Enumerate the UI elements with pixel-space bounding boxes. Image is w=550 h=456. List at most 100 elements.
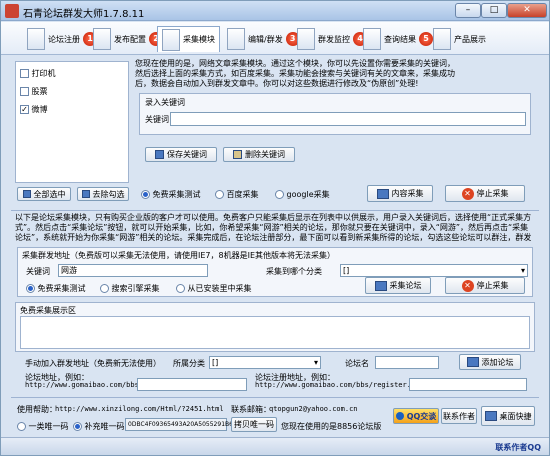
- radio-indicator[interactable]: [215, 190, 224, 199]
- radio-label: 从已安装里中采集: [187, 284, 252, 293]
- radio-indicator[interactable]: [176, 284, 185, 293]
- stop-icon: ✕: [461, 279, 474, 292]
- content-collect-button[interactable]: 内容采集: [367, 185, 433, 202]
- save-keyword-button[interactable]: 保存关键词: [145, 147, 217, 162]
- app-icon: [5, 4, 19, 18]
- keyword-label: 打印机: [31, 69, 56, 78]
- qq-chat-button[interactable]: QQ交谈: [393, 408, 439, 424]
- tab-label: 发布配置: [114, 34, 146, 44]
- radio-indicator[interactable]: [17, 422, 26, 431]
- version-note: 您现在使用的是8856论坛版: [281, 422, 382, 431]
- forum-keyword-input[interactable]: 网游: [58, 264, 208, 277]
- add-icon: [466, 357, 479, 367]
- publish-config-icon: [93, 28, 111, 50]
- keyword-input[interactable]: [170, 112, 526, 126]
- tab-label: 查询结果: [384, 34, 416, 44]
- forum-reg-input[interactable]: [409, 378, 527, 391]
- machine-code-field[interactable]: 0DBC4F09365493A20A5055291B6: [125, 418, 233, 431]
- maximize-button[interactable]: □: [481, 3, 507, 18]
- contact-author-qq-link[interactable]: 联系作者QQ: [495, 442, 541, 453]
- select-all-button[interactable]: 全部选中: [17, 187, 71, 201]
- engine-free-radio[interactable]: 免费采集测试: [141, 189, 201, 200]
- copy-machine-code-button[interactable]: 拷贝唯一码: [231, 417, 277, 432]
- tab-edit-send[interactable]: 编辑/群发 3: [227, 26, 300, 52]
- add-forum-button[interactable]: 添加论坛: [459, 354, 521, 370]
- forum-reg-example: http://www.gomaibao.com/bbs/register.php: [255, 381, 424, 389]
- select-value: []: [212, 358, 219, 367]
- tab-product-show[interactable]: 产品展示: [433, 26, 486, 52]
- keyword-checkbox[interactable]: [20, 87, 29, 96]
- tab-send-monitor[interactable]: 群发监控 4: [297, 26, 367, 52]
- eraser-icon: [233, 150, 242, 159]
- radio-indicator[interactable]: [141, 190, 150, 199]
- forum-mode-search-radio[interactable]: 搜索引擎采集: [100, 283, 160, 294]
- radio-indicator[interactable]: [100, 284, 109, 293]
- tab-label: 采集模块: [183, 35, 215, 44]
- collect-forum-button[interactable]: 采集论坛: [365, 277, 431, 294]
- tab-forum-register[interactable]: 论坛注册 1: [27, 26, 97, 52]
- button-label: 采集论坛: [389, 281, 422, 290]
- tab-query-result[interactable]: 查询结果 5: [363, 26, 433, 52]
- forum-collect-description: 以下是论坛采集模块，只有购买企业版的客户才可以使用。免费客户只能采集后显示在列表…: [15, 213, 532, 242]
- machine-code-type-one-radio[interactable]: 一类唯一码: [17, 421, 69, 432]
- forum-keyword-label: 关键词: [26, 267, 50, 276]
- keyword-label: 关键词: [145, 115, 169, 124]
- keyword-list: 打印机 股票 ✓ 微博: [15, 61, 129, 183]
- main-toolbar: 论坛注册 1 发布配置 2 采集模块 编辑/群发 3 群发监控 4 查询结果 5: [1, 22, 549, 55]
- radio-label: 百度采集: [226, 190, 259, 199]
- delete-keyword-button[interactable]: 删除关键词: [223, 147, 295, 162]
- forum-category-select[interactable]: [] ▾: [340, 264, 528, 277]
- keyword-list-item[interactable]: 打印机: [20, 68, 56, 79]
- keyword-label: 股票: [31, 87, 48, 96]
- stop-icon: ✕: [461, 187, 474, 200]
- manual-category-select[interactable]: [] ▾: [209, 356, 321, 369]
- radio-indicator[interactable]: [275, 190, 284, 199]
- radio-label: google采集: [286, 190, 330, 199]
- forum-mode-free-radio[interactable]: 免费采集测试: [26, 283, 86, 294]
- display-area-title: 免费采集展示区: [20, 306, 76, 315]
- button-label: 内容采集: [391, 189, 424, 198]
- tab-publish-config[interactable]: 发布配置 2: [93, 26, 163, 52]
- radio-indicator[interactable]: [73, 422, 82, 431]
- contact-email-label: 联系邮箱：: [231, 405, 271, 414]
- minimize-button[interactable]: –: [455, 3, 481, 18]
- tab-collect-module[interactable]: 采集模块: [157, 26, 220, 52]
- keyword-checkbox[interactable]: [20, 69, 29, 78]
- stop-collect-button[interactable]: ✕ 停止采集: [445, 185, 525, 202]
- tab-label: 编辑/群发: [248, 34, 283, 44]
- save-icon: [155, 150, 164, 159]
- help-label: 使用帮助：: [17, 405, 57, 414]
- machine-code-type-two-radio[interactable]: 补充唯一码: [73, 421, 125, 432]
- button-label: 保存关键词: [167, 150, 207, 159]
- manual-category-label: 所属分类: [173, 359, 205, 368]
- stop-forum-collect-button[interactable]: ✕ 停止采集: [445, 277, 525, 294]
- contact-email: qtopgun2@yahoo.com.cn: [269, 405, 358, 413]
- keyword-list-item[interactable]: ✓ 微博: [20, 104, 48, 115]
- forum-mode-registered-radio[interactable]: 从已安装里中采集: [176, 283, 252, 294]
- collect-module-icon: [162, 28, 180, 51]
- display-area-content[interactable]: [20, 316, 530, 349]
- radio-indicator[interactable]: [26, 284, 35, 293]
- close-button[interactable]: ✕: [507, 3, 547, 18]
- button-label: 全部选中: [33, 189, 66, 199]
- radio-label: 搜索引擎采集: [111, 284, 160, 293]
- engine-baidu-radio[interactable]: 百度采集: [215, 189, 259, 200]
- contact-author-button[interactable]: 联系作者: [441, 408, 477, 424]
- engine-google-radio[interactable]: google采集: [275, 189, 330, 200]
- edit-send-icon: [227, 28, 245, 50]
- query-result-icon: [363, 28, 381, 50]
- collect-module-description: 您现在使用的是，网络文章采集模块。通过这个模块，你可以先设置你需要采集的关键词，…: [135, 59, 455, 88]
- collect-icon: [374, 280, 387, 291]
- forum-category-label: 采集到哪个分类: [266, 267, 322, 276]
- keyword-checkbox[interactable]: ✓: [20, 105, 29, 114]
- keyword-list-item[interactable]: 股票: [20, 86, 48, 97]
- forum-name-input[interactable]: [375, 356, 439, 369]
- help-link[interactable]: http://www.xinzilong.com/Html/?2451.html: [55, 405, 224, 413]
- keyword-label: 微博: [31, 105, 48, 114]
- product-show-icon: [433, 28, 451, 50]
- forum-url-input[interactable]: [137, 378, 247, 391]
- title-bar: 石青论坛群发大师1.7.8.11 – □ ✕: [1, 1, 549, 21]
- deselect-button[interactable]: 去除勾选: [77, 187, 129, 201]
- radio-label: 补充唯一码: [84, 422, 125, 431]
- desktop-shortcut-button[interactable]: 桌面快捷: [481, 406, 535, 426]
